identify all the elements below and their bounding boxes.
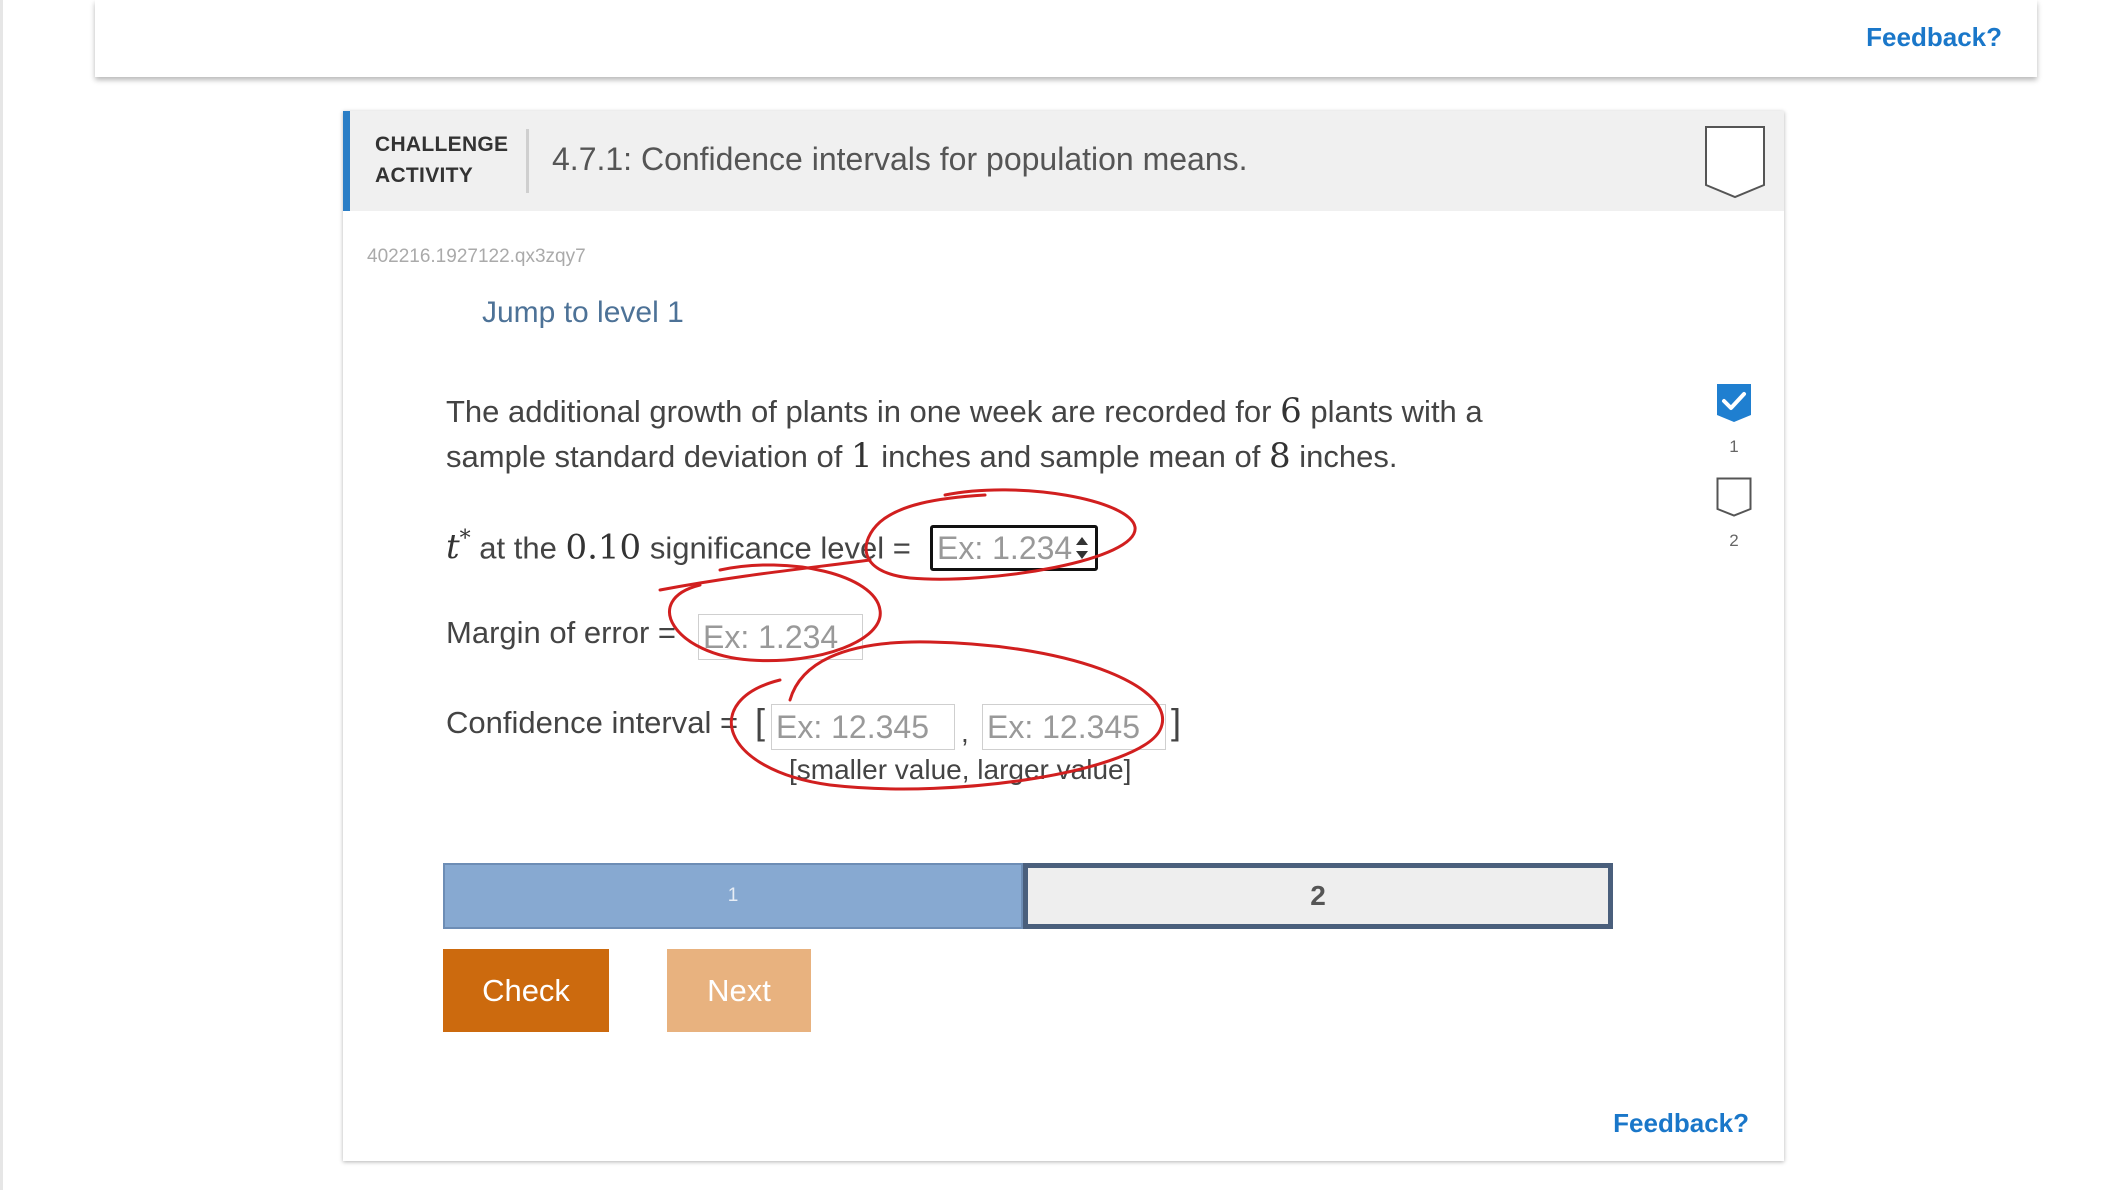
level-2-segment[interactable]: 2 (1023, 863, 1613, 929)
feedback-link-top[interactable]: Feedback? (1866, 22, 2002, 53)
margin-row: Margin of error = (446, 615, 676, 651)
tstar-row: t* at the 0.10 significance level = (446, 527, 911, 567)
ci-hint: [smaller value, larger value] (789, 754, 1132, 785)
std-dev-value: 1 (850, 436, 873, 476)
tstar-text-at: at the (479, 530, 557, 566)
sample-size-value: 6 (1280, 391, 1302, 431)
challenge-label-line2: ACTIVITY (375, 164, 474, 187)
jump-to-level-link[interactable]: Jump to level 1 (482, 296, 684, 330)
tstar-input-placeholder: Ex: 1.234 (937, 530, 1073, 566)
number-spinner-icon[interactable] (1073, 532, 1091, 564)
page-left-border (0, 0, 3, 1190)
header-divider (526, 129, 529, 193)
level-2-incomplete-icon[interactable] (1716, 477, 1752, 517)
ci-upper-input[interactable]: Ex: 12.345 (982, 704, 1166, 750)
challenge-activity-card: CHALLENGE ACTIVITY 4.7.1: Confidence int… (343, 111, 1784, 1161)
activity-header: CHALLENGE ACTIVITY 4.7.1: Confidence int… (343, 111, 1784, 211)
tracker-label-2: 2 (1729, 531, 1739, 550)
margin-input-placeholder: Ex: 1.234 (703, 619, 839, 655)
next-button[interactable]: Next (667, 949, 811, 1032)
ci-comma: , (961, 717, 969, 748)
tstar-input[interactable]: Ex: 1.234 (930, 525, 1098, 571)
significance-level-value: 0.10 (565, 527, 642, 568)
problem-text-3: inches and sample mean of (881, 439, 1261, 474)
level-progress-bar: 1 2 (443, 863, 1613, 929)
margin-of-error-input[interactable]: Ex: 1.234 (698, 614, 863, 660)
feedback-link-bottom[interactable]: Feedback? (1613, 1108, 1749, 1139)
problem-text-1: The additional growth of plants in one w… (446, 394, 1272, 429)
confidence-interval-label: Confidence interval = (446, 705, 739, 740)
margin-of-error-label: Margin of error = (446, 615, 677, 650)
ci-lower-input[interactable]: Ex: 12.345 (771, 704, 955, 750)
ci-close-bracket: ] (1171, 701, 1182, 742)
check-button[interactable]: Check (443, 949, 609, 1032)
problem-statement: The additional growth of plants in one w… (446, 389, 1546, 479)
activity-id: 402216.1927122.qx3zqy7 (367, 246, 586, 267)
ci-open-bracket: [ (755, 701, 766, 742)
sample-mean-value: 8 (1269, 436, 1291, 476)
ci-lower-placeholder: Ex: 12.345 (776, 709, 929, 745)
level-1-segment[interactable]: 1 (443, 863, 1023, 929)
level-1-complete-icon[interactable] (1716, 383, 1752, 423)
ci-upper-placeholder: Ex: 12.345 (987, 709, 1140, 745)
challenge-label-line1: CHALLENGE (375, 133, 509, 156)
tstar-text-after: significance level = (649, 530, 911, 566)
top-bar: Feedback? (95, 0, 2037, 77)
problem-text-4: inches. (1299, 439, 1398, 474)
tracker-label-1: 1 (1729, 437, 1739, 456)
tstar-symbol: t* (446, 527, 471, 568)
activity-title: 4.7.1: Confidence intervals for populati… (552, 141, 1248, 177)
challenge-activity-label: CHALLENGE ACTIVITY (375, 129, 508, 191)
completion-badge-icon (1705, 126, 1765, 199)
ci-row: Confidence interval = (446, 705, 738, 741)
